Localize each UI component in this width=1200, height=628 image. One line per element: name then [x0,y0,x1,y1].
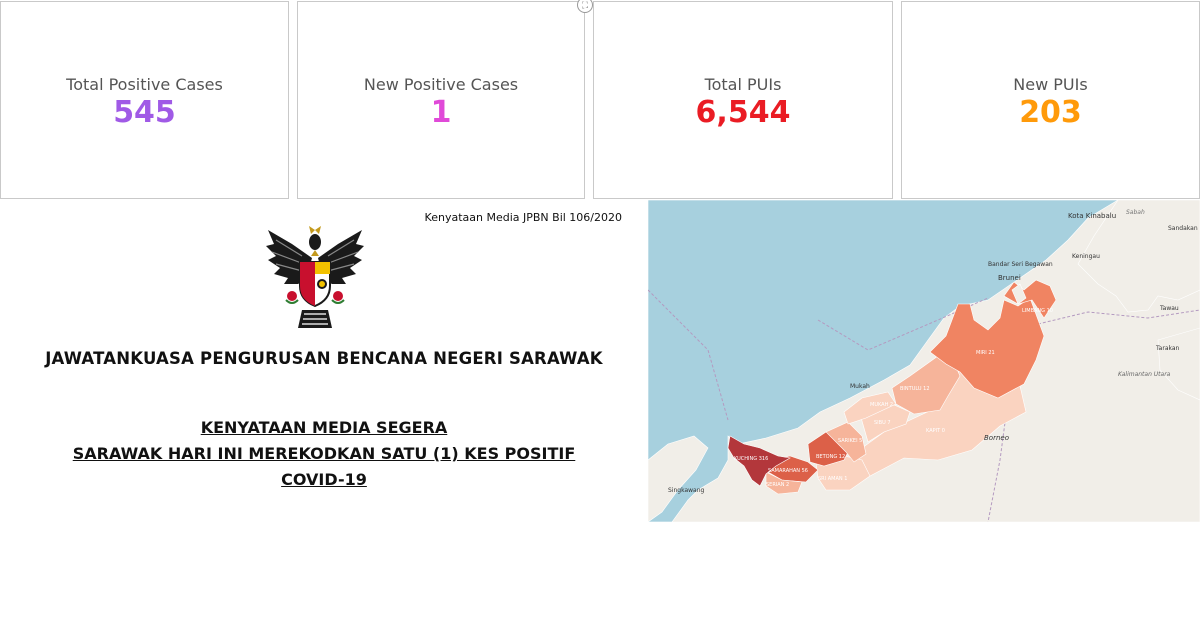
map-label-place: Sabah [1126,209,1145,216]
map-label-division: BETONG 12 [816,454,845,460]
map-label-division: SAMARAHAN 56 [768,468,808,474]
map-label-division: MUKAH 2 [870,402,893,408]
committee-title: JAWATANKUASA PENGURUSAN BENCANA NEGERI S… [45,349,603,368]
map-label-place: Keningau [1072,253,1100,260]
stat-value: 6,544 [695,95,791,130]
stat-value: 203 [1019,95,1082,130]
stat-card-new-positive: New Positive Cases 1 [297,1,585,199]
map-label-place: Sandakan [1168,225,1198,232]
sarawak-map[interactable]: Kota Kinabalu Sabah Sandakan Keningau Ba… [648,200,1200,522]
stat-label: Total PUIs [704,75,782,94]
map-label-division: SARIKEI 5 [838,438,862,444]
stat-value: 545 [113,95,176,130]
map-label-division: BINTULU 12 [900,386,930,392]
map-label-place: Kota Kinabalu [1068,212,1116,220]
map-label-division: SERIAN 2 [766,482,789,488]
document-reference: Kenyataan Media JPBN Bil 106/2020 [424,211,622,224]
press-release-document: Kenyataan Media JPBN Bil 106/2020 JAWATA… [0,200,648,522]
map-label-division: SIBU 7 [874,420,891,426]
map-label-place: Singkawang [668,487,705,494]
map-label-division: LIMBANG 10 [1022,308,1053,314]
heading-line-2: SARAWAK HARI INI MEREKODKAN SATU (1) KES… [72,444,576,463]
map-label-place: Brunei [998,274,1021,282]
expand-icon[interactable]: ⛶ [577,0,593,13]
map-label-division: KAPIT 0 [926,428,945,434]
stat-value: 1 [430,95,452,130]
map-label-division: KUCHING 316 [734,456,768,462]
map-canvas[interactable]: Kota Kinabalu Sabah Sandakan Keningau Ba… [648,200,1200,522]
heading-line-1: KENYATAAN MEDIA SEGERA [200,418,448,437]
map-label-place: Borneo [984,434,1009,442]
stat-label: Total Positive Cases [66,75,223,94]
map-label-place: Tawau [1159,305,1179,312]
map-label-division: MIRI 21 [976,350,995,356]
map-label-place: Kalimantan Utara [1118,371,1171,378]
map-label-place: Bandar Seri Begawan [988,261,1053,268]
map-label-place: Mukah [850,383,870,390]
stat-card-total-positive: Total Positive Cases 545 [0,1,289,199]
map-label-place: Tarakan [1155,345,1180,352]
stat-label: New PUIs [1013,75,1088,94]
map-label-division: SRI AMAN 1 [818,476,847,482]
stat-card-new-puis: New PUIs 203 [901,1,1200,199]
sarawak-crest-icon [266,226,364,328]
heading-line-3: COVID-19 [281,470,367,489]
stat-card-total-puis: Total PUIs 6,544 [593,1,893,199]
stat-label: New Positive Cases [363,75,519,94]
